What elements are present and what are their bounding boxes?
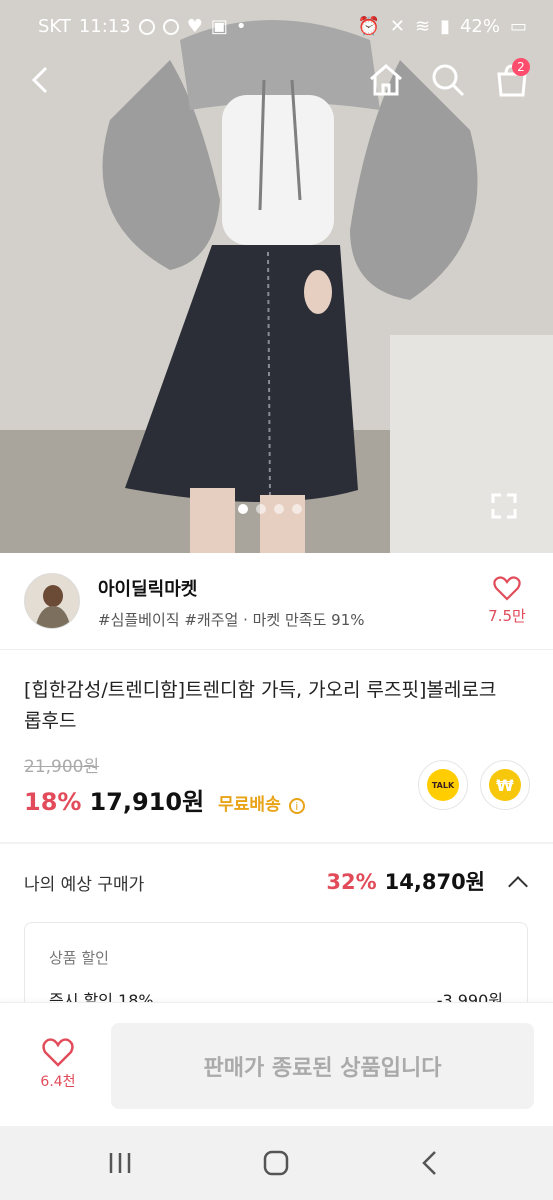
- home-square-icon: [263, 1150, 289, 1176]
- system-back-button[interactable]: [410, 1148, 450, 1178]
- fullscreen-button[interactable]: [490, 492, 518, 520]
- gallery-indicator: [238, 504, 302, 514]
- sale-price: 17,910원: [89, 788, 205, 816]
- info-icon[interactable]: i: [288, 798, 305, 814]
- sold-out-button[interactable]: 판매가 종료된 상품입니다: [111, 1023, 534, 1109]
- discount-title: 상품 할인: [49, 949, 109, 967]
- shop-avatar[interactable]: [24, 573, 80, 629]
- wish-count: 6.4천: [40, 1074, 76, 1090]
- payment-button[interactable]: ₩: [480, 760, 530, 810]
- clock: 11:13: [78, 16, 131, 37]
- bottom-action-bar: 6.4천 판매가 종료된 상품입니다: [0, 1002, 553, 1127]
- home-icon: [370, 64, 402, 96]
- battery-level: 42%: [459, 16, 500, 37]
- discount-rate: 18%: [24, 788, 82, 816]
- shop-like-button[interactable]: 7.5만: [487, 575, 527, 626]
- cart-button[interactable]: 2: [490, 58, 534, 102]
- chevron-left-icon: [31, 66, 48, 94]
- recent-apps-button[interactable]: [100, 1148, 140, 1178]
- cart-count-badge: 2: [512, 58, 530, 76]
- dnd-icon: [138, 18, 155, 35]
- product-title: [힙한감성/트렌디함]트렌디함 가득, 가오리 루즈핏]볼레로크롭후드: [24, 679, 497, 732]
- battery-icon: ▭: [509, 16, 527, 37]
- wish-button[interactable]: 6.4천: [30, 1037, 86, 1091]
- predicted-price: 14,870원: [384, 870, 485, 894]
- search-button[interactable]: [426, 58, 470, 102]
- expand-icon: [491, 493, 517, 519]
- back-button[interactable]: [18, 58, 62, 102]
- product-photo: [0, 0, 553, 553]
- gallery-dot: [256, 504, 266, 514]
- shop-row[interactable]: 아이딜릭마켓 #심플베이직 #캐주얼 · 마켓 만족도 91% 7.5만: [0, 553, 553, 650]
- shop-avatar-image: [25, 574, 79, 628]
- status-bar: SKT 11:13 ♥ ▣ • ⏰ ✕ ≋ ▮ 42% ▭: [0, 0, 553, 56]
- gallery-dot: [292, 504, 302, 514]
- predicted-price-label: 나의 예상 구매가: [24, 875, 145, 895]
- shop-tags: #심플베이직 #캐주얼 · 마켓 만족도 91%: [98, 611, 365, 629]
- heart-icon: [493, 576, 521, 601]
- predicted-discount-rate: 32%: [326, 870, 377, 894]
- back-chevron-icon: [422, 1151, 436, 1175]
- original-price: 21,900원: [24, 757, 100, 777]
- chat-icon: [162, 18, 179, 35]
- chevron-up-icon: [508, 876, 528, 896]
- more-dot-icon: •: [235, 16, 247, 37]
- heart-icon: [42, 1038, 74, 1067]
- shop-name[interactable]: 아이딜릭마켓: [98, 575, 197, 601]
- predicted-price-toggle[interactable]: 32% 14,870원: [326, 866, 528, 896]
- heart-status-icon: ♥: [186, 16, 203, 37]
- mute-icon: ✕: [389, 16, 405, 37]
- price-row: 18% 17,910원 무료배송 i: [24, 782, 305, 817]
- home-system-button[interactable]: [256, 1148, 296, 1178]
- kakao-talk-icon: TALK: [427, 769, 459, 801]
- wifi-icon: ≋: [414, 16, 431, 37]
- recent-apps-icon: [109, 1153, 131, 1173]
- alarm-icon: ⏰: [357, 16, 380, 37]
- home-button[interactable]: [364, 58, 408, 102]
- signal-icon: ▮: [440, 16, 450, 37]
- shop-like-count: 7.5만: [488, 607, 526, 625]
- won-coin-icon: ₩: [489, 769, 521, 801]
- kakao-talk-button[interactable]: TALK: [418, 760, 468, 810]
- gallery-dot: [238, 504, 248, 514]
- section-divider: [0, 842, 553, 844]
- calendar-icon: ▣: [210, 16, 228, 37]
- gallery-dot: [274, 504, 284, 514]
- system-navigation-bar: [0, 1126, 553, 1200]
- search-icon: [432, 64, 465, 97]
- carrier: SKT: [38, 16, 71, 37]
- shipping-label: 무료배송: [218, 795, 281, 815]
- product-image[interactable]: SKT 11:13 ♥ ▣ • ⏰ ✕ ≋ ▮ 42% ▭ 2: [0, 0, 553, 553]
